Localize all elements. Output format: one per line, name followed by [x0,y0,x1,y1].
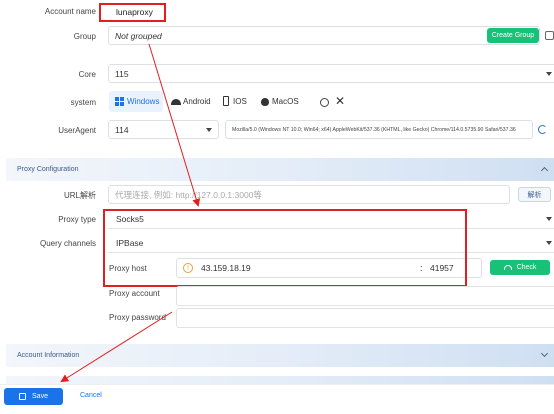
annotation-arrows [60,43,201,383]
annotation-arrow-down [148,43,201,207]
annotation-arrow-to-save [60,311,173,383]
